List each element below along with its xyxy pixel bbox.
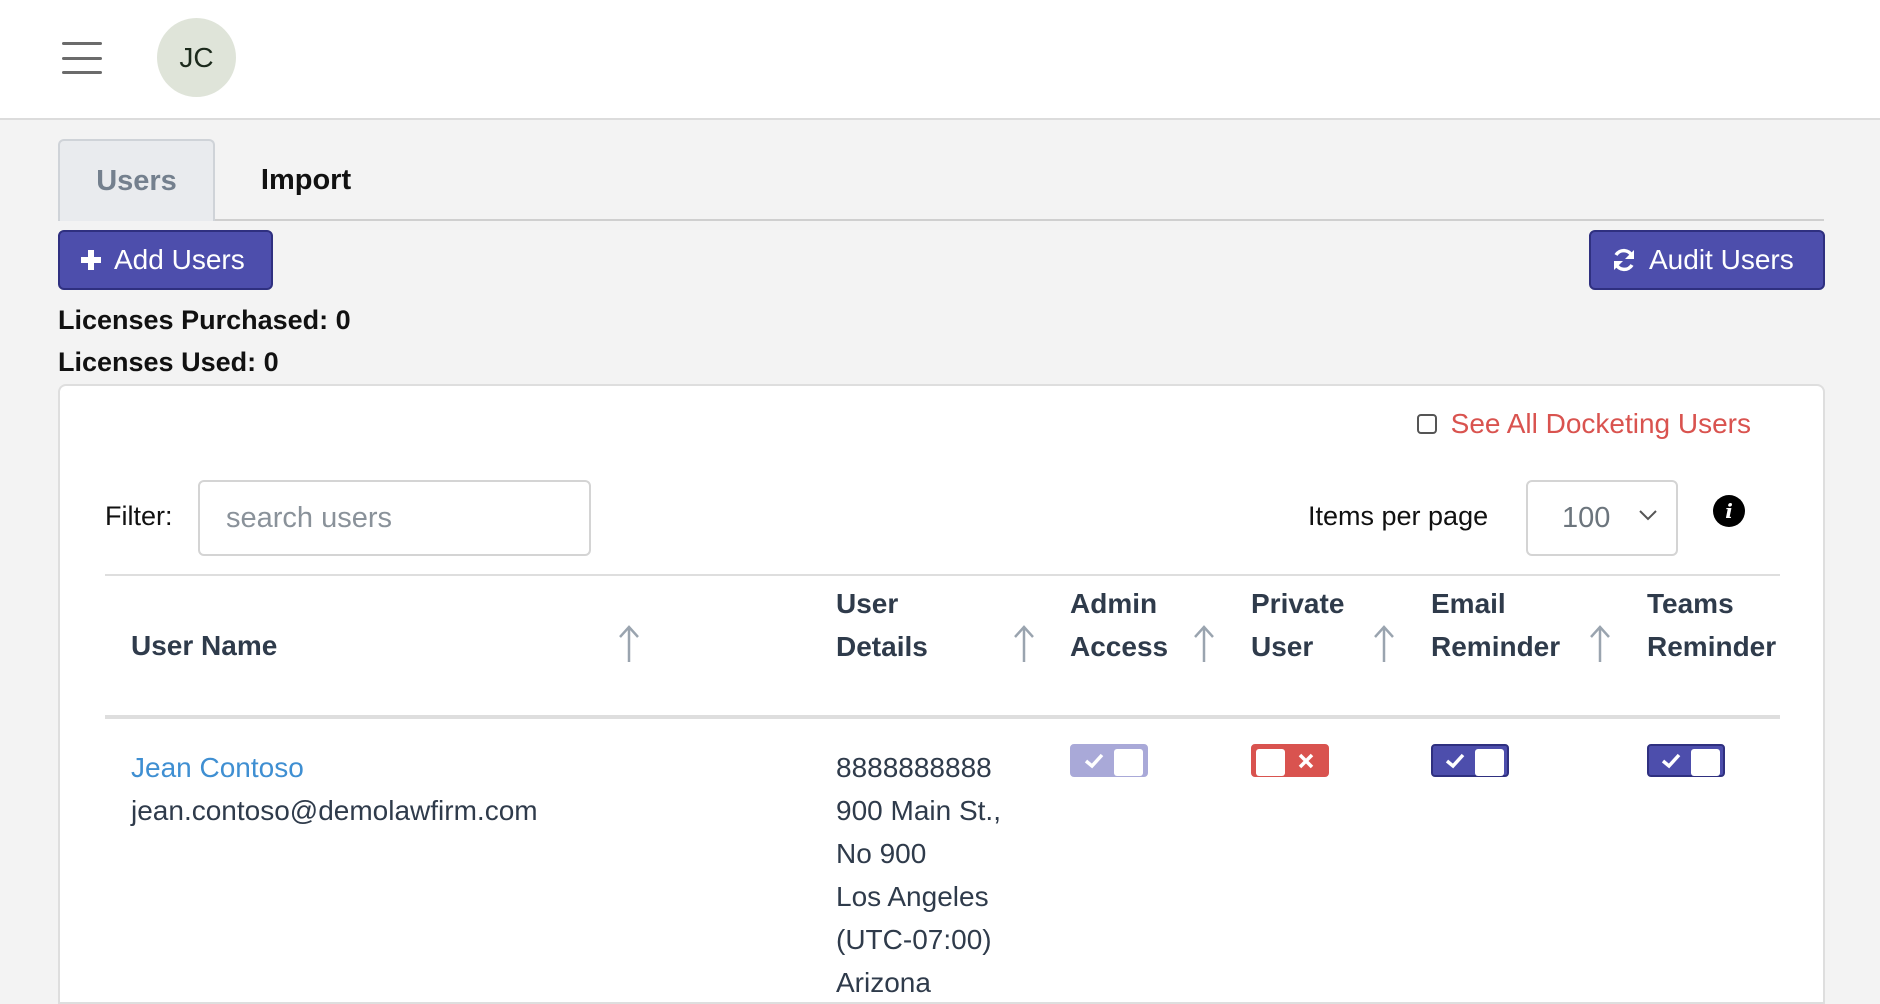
header-text: User Name: [131, 630, 278, 661]
hamburger-icon[interactable]: [62, 42, 102, 74]
user-details-cell: 8888888888 900 Main St., No 900 Los Ange…: [836, 746, 1001, 1004]
header-text: User: [1251, 631, 1314, 662]
email-reminder-toggle[interactable]: [1431, 744, 1509, 777]
audit-users-label: Audit Users: [1649, 244, 1794, 275]
details-line: 8888888888: [836, 752, 992, 783]
licenses-used: Licenses Used: 0: [58, 347, 279, 377]
check-icon: [1661, 753, 1681, 769]
filter-label: Filter:: [105, 501, 173, 531]
header-text: Private: [1251, 588, 1345, 619]
sort-arrow-up-icon[interactable]: [1013, 624, 1035, 664]
column-header-private-user[interactable]: Private User: [1251, 582, 1344, 668]
details-line: Los Angeles: [836, 881, 989, 912]
header-text: Email: [1431, 588, 1506, 619]
header-divider: [105, 715, 1780, 719]
users-panel: See All Docketing Users Filter: Items pe…: [58, 384, 1825, 1004]
info-icon[interactable]: i: [1713, 495, 1745, 527]
chevron-down-icon: [1639, 510, 1657, 521]
user-email: jean.contoso@demolawfirm.com: [131, 795, 538, 826]
tab-import[interactable]: Import: [236, 139, 376, 221]
column-header-admin-access[interactable]: Admin Access: [1070, 582, 1168, 668]
sort-arrow-up-icon[interactable]: [1373, 624, 1395, 664]
sort-arrow-up-icon[interactable]: [1193, 624, 1215, 664]
column-header-teams-reminder[interactable]: Teams Reminder: [1647, 582, 1780, 668]
check-icon: [1445, 753, 1465, 769]
header-text: Details: [836, 631, 928, 662]
items-per-page-label: Items per page: [1308, 501, 1489, 531]
see-all-docketing-toggle[interactable]: See All Docketing Users: [1416, 408, 1751, 440]
tab-bar: Users Import: [58, 139, 1824, 221]
divider: [105, 574, 1780, 576]
see-all-checkbox[interactable]: [1416, 414, 1437, 434]
admin-access-toggle[interactable]: [1070, 744, 1148, 777]
details-line: No 900: [836, 838, 927, 869]
add-users-button[interactable]: Add Users: [58, 230, 273, 290]
sort-arrow-up-icon[interactable]: [1589, 624, 1611, 664]
avatar[interactable]: JC: [157, 18, 236, 97]
add-users-label: Add Users: [114, 244, 245, 275]
header-text: Access: [1070, 631, 1169, 662]
toggle-knob: [1256, 749, 1285, 776]
header-text: Teams: [1647, 588, 1734, 619]
header-text: Reminder: [1647, 631, 1777, 662]
refresh-icon: [1614, 248, 1634, 272]
close-icon: [1298, 753, 1314, 769]
tab-users[interactable]: Users: [58, 139, 215, 221]
items-per-page-select[interactable]: 100: [1526, 480, 1678, 556]
toggle-knob: [1114, 749, 1143, 776]
details-line: Arizona: [836, 967, 931, 998]
top-bar: JC: [0, 0, 1880, 120]
audit-users-button[interactable]: Audit Users: [1589, 230, 1825, 290]
header-text: User: [836, 588, 899, 619]
sort-arrow-up-icon[interactable]: [618, 624, 640, 664]
licenses-purchased: Licenses Purchased: 0: [58, 305, 351, 335]
private-user-toggle[interactable]: [1251, 744, 1329, 777]
toggle-knob: [1475, 749, 1504, 776]
column-header-user-name[interactable]: User Name: [131, 624, 277, 667]
header-text: Admin: [1070, 588, 1158, 619]
table-row: Jean Contoso jean.contoso@demolawfirm.co…: [131, 746, 538, 832]
details-line: (UTC-07:00): [836, 924, 992, 955]
user-name-link[interactable]: Jean Contoso: [131, 746, 538, 789]
teams-reminder-toggle[interactable]: [1647, 744, 1725, 777]
column-header-user-details[interactable]: User Details: [836, 582, 928, 668]
header-text: Reminder: [1431, 631, 1561, 662]
see-all-label: See All Docketing Users: [1450, 408, 1751, 439]
items-per-page-value: 100: [1562, 501, 1611, 534]
check-icon: [1084, 753, 1104, 769]
plus-icon: [81, 250, 101, 270]
details-line: 900 Main St.,: [836, 795, 1001, 826]
toggle-knob: [1691, 749, 1720, 776]
column-header-email-reminder[interactable]: Email Reminder: [1431, 582, 1560, 668]
search-input[interactable]: [198, 480, 591, 556]
